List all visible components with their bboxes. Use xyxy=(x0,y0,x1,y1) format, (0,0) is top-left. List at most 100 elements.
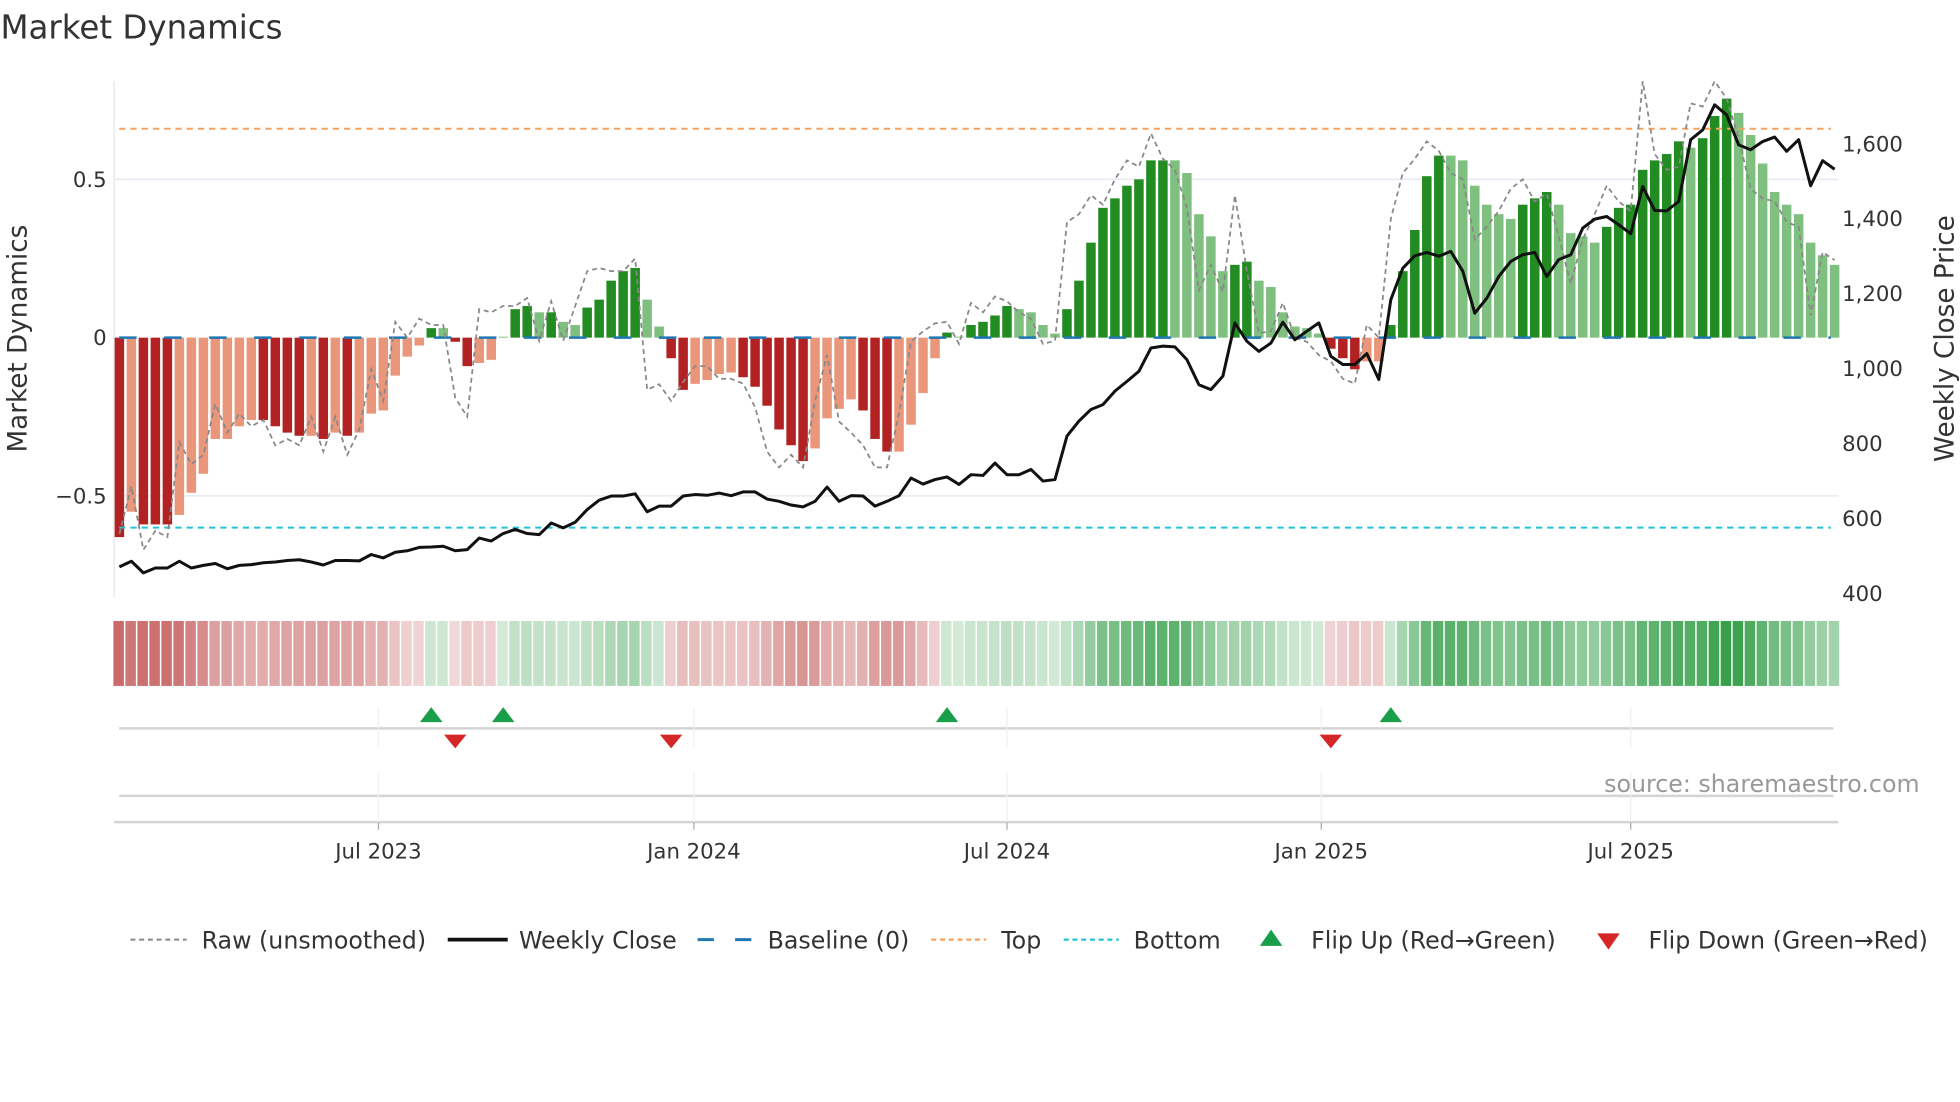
dynamics-bar xyxy=(1134,179,1144,338)
heat-cell xyxy=(1336,620,1348,686)
heat-cell xyxy=(1012,620,1024,686)
dynamics-bar xyxy=(1122,185,1132,338)
heat-cell xyxy=(1000,620,1012,686)
legend-label: Top xyxy=(1000,926,1041,954)
dynamics-bar xyxy=(246,337,257,420)
dynamics-bar xyxy=(654,326,664,338)
dynamics-bar xyxy=(1757,163,1768,338)
dynamics-bar xyxy=(438,328,448,338)
dynamics-bar xyxy=(1518,204,1528,338)
heat-cell xyxy=(1804,620,1816,686)
dynamics-bar xyxy=(138,337,149,525)
dynamics-bar xyxy=(714,337,724,375)
heat-cell xyxy=(1300,620,1312,686)
dynamics-bar xyxy=(690,337,700,384)
y2-tick-label: 800 xyxy=(1842,432,1883,457)
dynamics-bar xyxy=(126,337,137,512)
legend-flip-down-swatch xyxy=(1597,933,1620,950)
heat-cell xyxy=(737,620,748,686)
dynamics-bar xyxy=(990,315,1000,338)
dynamics-bar xyxy=(1458,160,1468,338)
flip-up-marker xyxy=(491,707,515,723)
heat-cell xyxy=(1768,620,1780,686)
dynamics-bar xyxy=(546,312,556,338)
x-tick-label: Jul 2024 xyxy=(962,839,1050,864)
heat-cell xyxy=(317,620,328,686)
legend-item-flip_up: Flip Up (Red→Green) xyxy=(1259,926,1556,954)
heat-cell xyxy=(509,620,520,686)
dynamics-bar xyxy=(522,305,532,338)
heat-cell xyxy=(641,620,652,686)
raw-line xyxy=(118,79,1836,553)
flip-down-marker xyxy=(659,734,683,749)
heat-cell xyxy=(269,620,280,686)
x-tick-label: Jul 2023 xyxy=(333,839,421,864)
dynamics-bar xyxy=(762,337,772,406)
dynamics-bar xyxy=(882,337,892,452)
dynamics-bar xyxy=(726,337,736,373)
heat-cell xyxy=(941,620,952,686)
heat-cell xyxy=(1120,620,1132,686)
dynamics-bar xyxy=(1218,271,1228,338)
dynamics-bar xyxy=(354,337,365,433)
heat-cell xyxy=(377,620,388,686)
dynamics-bar xyxy=(318,337,329,439)
heat-cell xyxy=(833,620,844,686)
heat-cell xyxy=(593,620,604,686)
dynamics-bar xyxy=(1338,337,1348,359)
dynamics-bar xyxy=(426,328,436,338)
dynamics-bar xyxy=(738,337,748,378)
dynamics-bar xyxy=(1649,160,1660,338)
x-tick-label: Jul 2025 xyxy=(1585,839,1673,864)
heat-cell xyxy=(1732,620,1744,686)
legend-label: Flip Up (Red→Green) xyxy=(1311,926,1556,954)
heat-cell xyxy=(173,620,184,686)
legend-label: Bottom xyxy=(1134,926,1221,954)
market-dynamics-chart: Market Dynamics 0.5 0 −0.5 1,600 1,400 1,200 1… xyxy=(0,9,1960,955)
heat-cell xyxy=(929,620,940,686)
heat-cell xyxy=(677,620,688,686)
dynamics-bar xyxy=(390,337,401,376)
axes: 0.5 0 −0.5 1,600 1,400 1,200 1,000 800 600 400 Jul… xyxy=(55,132,1903,864)
heat-cell xyxy=(533,620,544,686)
heat-cell xyxy=(497,620,508,686)
dynamics-bar xyxy=(966,324,976,338)
heat-cell xyxy=(845,620,856,686)
heat-cell xyxy=(809,620,820,686)
dynamics-bar xyxy=(342,337,353,436)
heat-cell xyxy=(1456,620,1468,686)
dynamics-bar xyxy=(1098,207,1108,338)
dynamics-bar xyxy=(666,337,676,359)
heat-cell xyxy=(689,620,700,686)
heat-cell xyxy=(1192,620,1204,686)
heat-cell xyxy=(1780,620,1792,686)
dynamics-bars xyxy=(114,98,1840,538)
dynamics-bar xyxy=(498,336,508,338)
dynamics-bar xyxy=(486,337,496,360)
legend-item-flip_down: Flip Down (Green→Red) xyxy=(1597,926,1928,954)
heat-cell xyxy=(965,620,976,686)
heat-cell xyxy=(293,620,304,686)
heat-cell xyxy=(449,620,460,686)
heat-cell xyxy=(1420,620,1432,686)
y2-tick-label: 400 xyxy=(1842,582,1883,607)
heat-cell xyxy=(893,620,904,686)
dynamics-bar xyxy=(270,337,281,427)
heat-cell xyxy=(869,620,880,686)
heat-cell xyxy=(137,620,148,686)
heat-cell xyxy=(1168,620,1180,686)
y2-tick-label: 1,200 xyxy=(1842,282,1903,307)
heat-cell xyxy=(1048,620,1060,686)
heat-cell xyxy=(1204,620,1216,686)
y2-tick-label: 1,000 xyxy=(1842,357,1903,382)
dynamics-bar xyxy=(462,337,472,367)
dynamics-bar xyxy=(750,337,760,387)
dynamics-bar xyxy=(258,337,269,420)
y-tick-label: −0.5 xyxy=(55,484,107,509)
dynamics-bar xyxy=(978,321,988,338)
heat-cell xyxy=(1552,620,1564,686)
dynamics-bar xyxy=(1482,204,1492,338)
dynamics-bar xyxy=(1781,204,1792,338)
y-tick-label: 0 xyxy=(93,326,107,351)
heat-cell xyxy=(1492,620,1504,686)
